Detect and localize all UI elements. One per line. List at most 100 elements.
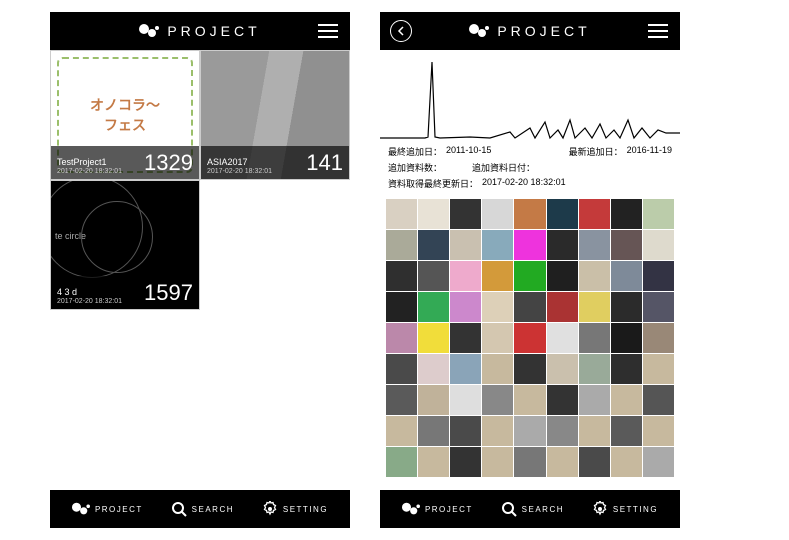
mosaic-tile[interactable] — [386, 230, 417, 260]
back-button[interactable] — [390, 20, 412, 42]
mosaic-tile[interactable] — [514, 385, 545, 415]
mosaic-tile[interactable] — [611, 199, 642, 229]
mosaic-tile[interactable] — [450, 354, 481, 384]
mosaic-tile[interactable] — [643, 292, 674, 322]
nav-search[interactable]: SEARCH — [501, 501, 564, 517]
mosaic-tile[interactable] — [418, 199, 449, 229]
mosaic-tile[interactable] — [514, 230, 545, 260]
mosaic-tile[interactable] — [450, 385, 481, 415]
mosaic-tile[interactable] — [547, 292, 578, 322]
mosaic-tile[interactable] — [418, 354, 449, 384]
mosaic-tile[interactable] — [643, 447, 674, 477]
mosaic-tile[interactable] — [611, 354, 642, 384]
mosaic-tile[interactable] — [547, 199, 578, 229]
mosaic-tile[interactable] — [450, 323, 481, 353]
mosaic-tile[interactable] — [547, 323, 578, 353]
mosaic-tile[interactable] — [579, 354, 610, 384]
mosaic-tile[interactable] — [482, 292, 513, 322]
mosaic-tile[interactable] — [514, 447, 545, 477]
mosaic-tile[interactable] — [418, 385, 449, 415]
nav-search[interactable]: SEARCH — [171, 501, 234, 517]
mosaic-tile[interactable] — [482, 447, 513, 477]
mosaic-tile[interactable] — [643, 230, 674, 260]
mosaic-tile[interactable] — [579, 292, 610, 322]
project-card[interactable]: オノコラ〜 フェス TestProject1 2017-02-20 18:32:… — [50, 50, 200, 180]
mosaic-tile[interactable] — [547, 447, 578, 477]
mosaic-tile[interactable] — [547, 416, 578, 446]
mosaic-tile[interactable] — [643, 261, 674, 291]
mosaic-tile[interactable] — [418, 416, 449, 446]
mosaic-tile[interactable] — [482, 354, 513, 384]
mosaic-tile[interactable] — [482, 416, 513, 446]
mosaic-tile[interactable] — [386, 199, 417, 229]
mosaic-tile[interactable] — [450, 416, 481, 446]
project-card[interactable]: te circle 4 3 d 2017-02-20 18:32:01 1597 — [50, 180, 200, 310]
brand-text: PROJECT — [497, 23, 590, 39]
mosaic-tile[interactable] — [579, 416, 610, 446]
mosaic-tile[interactable] — [643, 354, 674, 384]
mosaic-tile[interactable] — [514, 323, 545, 353]
mosaic-tile[interactable] — [450, 447, 481, 477]
mosaic-tile[interactable] — [547, 385, 578, 415]
mosaic-tile[interactable] — [611, 261, 642, 291]
mosaic-tile[interactable] — [450, 292, 481, 322]
mosaic-tile[interactable] — [514, 261, 545, 291]
mosaic-tile[interactable] — [482, 323, 513, 353]
mosaic-tile[interactable] — [418, 292, 449, 322]
project-count: 1597 — [144, 280, 193, 306]
mosaic-tile[interactable] — [547, 261, 578, 291]
mosaic-tile[interactable] — [579, 230, 610, 260]
mosaic-tile[interactable] — [547, 354, 578, 384]
nav-setting[interactable]: SETTING — [262, 501, 328, 517]
mosaic-tile[interactable] — [386, 385, 417, 415]
mosaic-tile[interactable] — [418, 323, 449, 353]
mosaic-tile[interactable] — [450, 230, 481, 260]
nav-project[interactable]: PROJECT — [402, 502, 473, 516]
mosaic-tile[interactable] — [579, 447, 610, 477]
mosaic-tile[interactable] — [611, 416, 642, 446]
nav-label: SETTING — [283, 505, 328, 514]
thumbnail-mosaic[interactable] — [380, 197, 680, 477]
mosaic-tile[interactable] — [611, 447, 642, 477]
mosaic-tile[interactable] — [450, 199, 481, 229]
mosaic-tile[interactable] — [643, 416, 674, 446]
mosaic-tile[interactable] — [643, 385, 674, 415]
nav-label: SETTING — [613, 505, 658, 514]
mosaic-tile[interactable] — [514, 292, 545, 322]
mosaic-tile[interactable] — [579, 199, 610, 229]
mosaic-tile[interactable] — [386, 292, 417, 322]
mosaic-tile[interactable] — [418, 230, 449, 260]
mosaic-tile[interactable] — [386, 354, 417, 384]
mosaic-tile[interactable] — [386, 261, 417, 291]
mosaic-tile[interactable] — [482, 199, 513, 229]
mosaic-tile[interactable] — [514, 199, 545, 229]
mosaic-tile[interactable] — [611, 230, 642, 260]
menu-button[interactable] — [648, 24, 668, 38]
mosaic-tile[interactable] — [418, 447, 449, 477]
project-card[interactable]: ASIA2017 2017-02-20 18:32:01 141 — [200, 50, 350, 180]
mosaic-tile[interactable] — [579, 261, 610, 291]
project-icon — [72, 502, 90, 516]
mosaic-tile[interactable] — [643, 323, 674, 353]
mosaic-tile[interactable] — [514, 416, 545, 446]
mosaic-tile[interactable] — [482, 385, 513, 415]
mosaic-tile[interactable] — [579, 323, 610, 353]
mosaic-tile[interactable] — [482, 261, 513, 291]
mosaic-tile[interactable] — [386, 447, 417, 477]
fetched-value: 2017-02-20 18:32:01 — [482, 177, 566, 190]
mosaic-tile[interactable] — [450, 261, 481, 291]
mosaic-tile[interactable] — [611, 323, 642, 353]
mosaic-tile[interactable] — [418, 261, 449, 291]
mosaic-tile[interactable] — [514, 354, 545, 384]
mosaic-tile[interactable] — [386, 323, 417, 353]
menu-button[interactable] — [318, 24, 338, 38]
mosaic-tile[interactable] — [482, 230, 513, 260]
mosaic-tile[interactable] — [386, 416, 417, 446]
mosaic-tile[interactable] — [643, 199, 674, 229]
mosaic-tile[interactable] — [579, 385, 610, 415]
mosaic-tile[interactable] — [547, 230, 578, 260]
mosaic-tile[interactable] — [611, 385, 642, 415]
nav-project[interactable]: PROJECT — [72, 502, 143, 516]
nav-setting[interactable]: SETTING — [592, 501, 658, 517]
mosaic-tile[interactable] — [611, 292, 642, 322]
